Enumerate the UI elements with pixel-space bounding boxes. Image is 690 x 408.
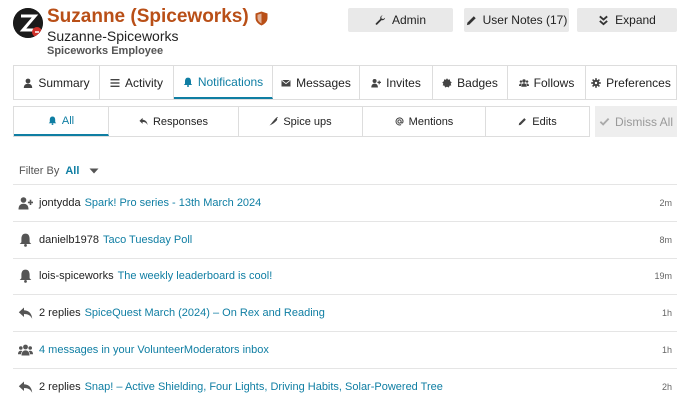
notification-time: 19m [654,271,672,282]
users-icon [518,78,529,88]
gear-icon [591,77,601,88]
pencil-icon [466,15,477,26]
subtab-all[interactable]: All [14,107,109,136]
subtab-edits[interactable]: Edits [486,107,589,136]
admin-button[interactable]: Admin [348,8,453,32]
notification-time: 8m [659,234,672,245]
check-icon [599,116,610,127]
list-icon [110,78,120,88]
profile-nav: Summary Activity Notifications Messages … [13,65,677,100]
notification-row[interactable]: danielb1978 Taco Tuesday Poll 8m [13,220,677,258]
pepper-icon [269,117,279,126]
tab-preferences[interactable]: Preferences [586,66,676,99]
shield-icon [255,10,268,25]
user-username: Suzanne-Spiceworks [47,28,179,44]
at-icon [395,117,404,126]
reply-icon [18,306,33,320]
notification-link[interactable]: The weekly leaderboard is cool! [118,270,273,282]
notification-link[interactable]: Snap! – Active Shielding, Four Lights, D… [85,381,443,393]
filter-label: Filter By [19,165,60,177]
wrench-icon [375,14,386,26]
bell-icon [183,77,193,87]
notification-actor: lois-spiceworks [39,270,114,283]
notification-row[interactable]: jontydda Spark! Pro series - 13th March 2… [13,184,677,221]
reply-icon [139,117,148,126]
expand-button[interactable]: Expand [577,8,677,32]
user-display-name: Suzanne (Spiceworks) [47,6,268,28]
subtab-spice-ups[interactable]: Spice ups [239,107,363,136]
notification-link[interactable]: Taco Tuesday Poll [103,234,192,246]
user-icon [23,78,33,88]
notification-row[interactable]: 2 replies Snap! – Active Shielding, Four … [13,367,677,405]
notification-actor: 2 replies [39,307,81,320]
user-plus-icon [371,78,382,88]
notification-link[interactable]: SpiceQuest March (2024) – On Rex and Rea… [85,307,325,319]
bell-icon [18,233,33,247]
notification-link[interactable]: 4 messages in your VolunteerModerators i… [39,344,269,356]
notification-time: 1h [661,308,672,319]
tab-notifications[interactable]: Notifications [174,66,273,99]
bell-icon [18,269,33,284]
notification-actor: 2 replies [39,380,81,393]
filter-value[interactable]: All [65,165,79,177]
user-plus-icon [18,196,33,210]
users-icon [18,343,33,357]
notification-time: 2h [661,381,672,392]
notification-filter-tabs: All Responses Spice ups Mentions Edits [13,106,590,137]
notification-time: 2m [659,197,672,208]
notification-time: 1h [661,345,672,356]
filter-by: Filter By All [19,165,99,177]
avatar[interactable] [13,8,43,38]
notification-actor: danielb1978 [39,233,99,246]
tab-badges[interactable]: Badges [433,66,508,99]
user-notes-button[interactable]: User Notes (17) [464,8,569,32]
envelope-icon [281,78,291,88]
certificate-icon [442,77,452,88]
tab-activity[interactable]: Activity [100,66,174,99]
subtab-mentions[interactable]: Mentions [363,107,486,136]
tab-invites[interactable]: Invites [360,66,433,99]
avatar-logo-icon [13,8,43,38]
notification-actor: jontydda [39,196,81,209]
notification-row[interactable]: 2 replies SpiceQuest March (2024) – On Re… [13,294,677,331]
subtab-responses[interactable]: Responses [109,107,239,136]
bell-icon [48,116,57,125]
notification-list: jontydda Spark! Pro series - 13th March 2… [13,184,677,405]
user-subtitle: Spiceworks Employee [47,45,164,57]
notification-row[interactable]: 4 messages in your VolunteerModerators i… [13,331,677,368]
tab-summary[interactable]: Summary [14,66,100,99]
user-header: Suzanne (Spiceworks) Suzanne-Spiceworks … [0,0,690,60]
double-chevron-down-icon [598,15,609,26]
dismiss-all-button[interactable]: Dismiss All [595,106,677,137]
tab-messages[interactable]: Messages [273,66,360,99]
reply-icon [18,380,33,394]
notification-link[interactable]: Spark! Pro series - 13th March 2024 [85,197,262,209]
caret-down-icon[interactable] [89,168,99,174]
tab-follows[interactable]: Follows [508,66,586,99]
pencil-icon [518,117,527,126]
notification-row[interactable]: lois-spiceworks The weekly leaderboard is… [13,257,677,295]
